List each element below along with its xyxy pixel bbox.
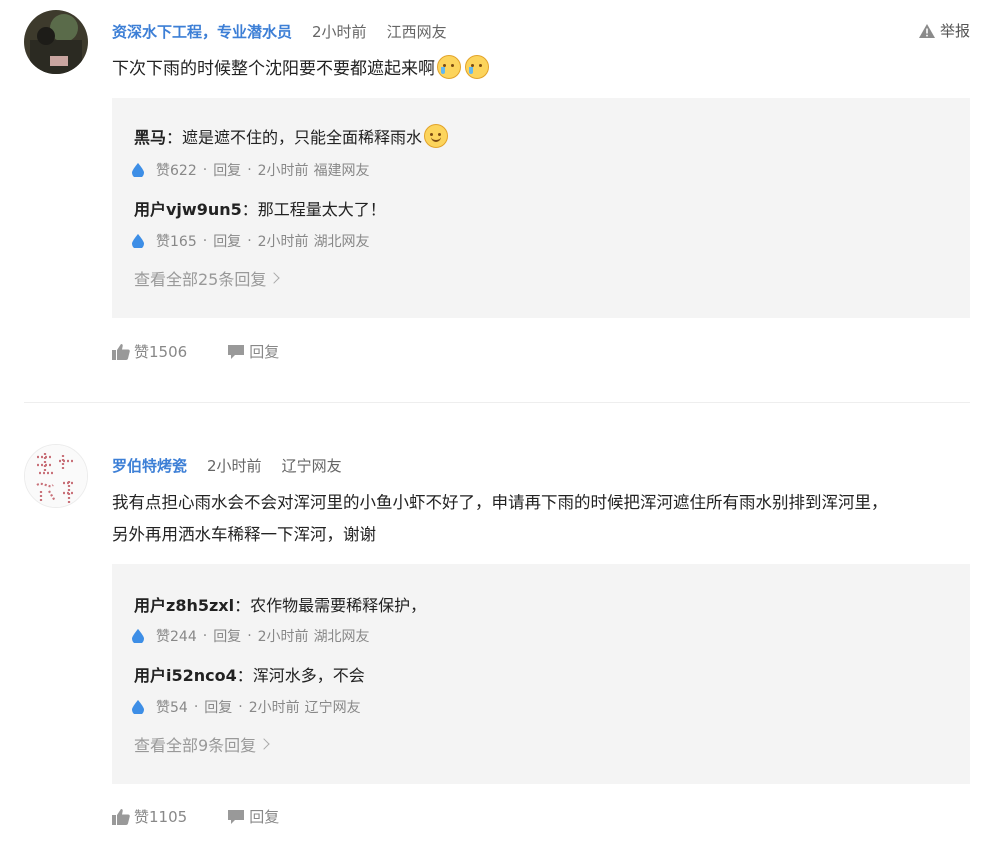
reply-separator: ： bbox=[234, 596, 251, 615]
like-drop-icon[interactable] bbox=[132, 700, 144, 714]
reply-likes[interactable]: 赞622 bbox=[156, 160, 197, 180]
reply-location: 辽宁网友 bbox=[304, 700, 361, 716]
chevron-right-icon bbox=[268, 272, 281, 284]
comment-text-line: 另外再用洒水车稀释一下浑河，谢谢 bbox=[112, 525, 376, 544]
reply-likes[interactable]: 赞54 bbox=[156, 697, 188, 717]
view-all-replies-link[interactable]: 查看全部9条回复 bbox=[134, 732, 270, 756]
dot-separator: · bbox=[247, 628, 252, 644]
reply-meta: 赞622 · 回复 · 2小时前 福建网友 bbox=[132, 160, 370, 180]
chevron-right-icon bbox=[258, 738, 270, 750]
reply-time: 2小时前 bbox=[257, 163, 309, 179]
reply-text: 农作物最需要稀释保护， bbox=[250, 596, 427, 615]
reply-time: 2小时前 bbox=[248, 700, 300, 716]
reply-separator: ： bbox=[241, 200, 258, 219]
comment-location: 辽宁网友 bbox=[281, 456, 342, 475]
reply-time: 2小时前 bbox=[257, 629, 309, 645]
dot-separator: · bbox=[202, 628, 208, 644]
view-all-label: 查看全部9条回复 bbox=[134, 736, 257, 755]
avatar[interactable] bbox=[24, 444, 88, 508]
reply-item: 用户z8h5zxl ： 农作物最需要稀释保护， bbox=[134, 592, 426, 616]
report-label: 举报 bbox=[939, 22, 970, 40]
thumbs-up-icon bbox=[112, 343, 130, 360]
avatar[interactable] bbox=[24, 10, 88, 74]
comment-location: 江西网友 bbox=[386, 22, 447, 41]
view-all-label: 查看全部25条回复 bbox=[134, 270, 267, 289]
comment-meta: 资深水下工程，专业潜水员 2小时前 江西网友 bbox=[112, 20, 467, 42]
reply-meta: 赞54 · 回复 · 2小时前 辽宁网友 bbox=[132, 697, 361, 717]
comment-meta: 罗伯特烤瓷 2小时前 辽宁网友 bbox=[112, 454, 362, 476]
reply-text: 那工程量太大了！ bbox=[257, 200, 386, 219]
comment-bubble-icon bbox=[228, 809, 245, 824]
dot-separator: · bbox=[247, 162, 252, 178]
author-name[interactable]: 罗伯特烤瓷 bbox=[112, 455, 187, 476]
reply-author[interactable]: 用户i52nco4 bbox=[134, 662, 237, 686]
dot-separator: · bbox=[202, 162, 208, 178]
crying-face-icon bbox=[465, 55, 489, 79]
like-count: 赞1105 bbox=[134, 808, 188, 826]
reply-meta: 赞244 · 回复 · 2小时前 湖北网友 bbox=[132, 626, 370, 646]
like-button[interactable]: 赞1105 bbox=[112, 806, 187, 827]
reply-location: 福建网友 bbox=[313, 163, 370, 179]
comment-actions: 赞1506 回复 bbox=[112, 341, 319, 362]
reply-author[interactable]: 用户z8h5zxl bbox=[134, 592, 234, 616]
reply-author[interactable]: 用户vjw9un5 bbox=[134, 196, 242, 220]
like-button[interactable]: 赞1506 bbox=[112, 341, 187, 362]
warning-icon bbox=[918, 23, 935, 38]
comment-time: 2小时前 bbox=[207, 456, 262, 475]
reply-button[interactable]: 回复 bbox=[213, 231, 241, 251]
like-drop-icon[interactable] bbox=[132, 234, 144, 248]
reply-likes[interactable]: 赞244 bbox=[156, 626, 197, 646]
reply-button[interactable]: 回复 bbox=[213, 160, 241, 180]
author-name[interactable]: 资深水下工程，专业潜水员 bbox=[112, 21, 292, 42]
reply-separator: ： bbox=[236, 666, 253, 685]
reply-item: 用户i52nco4 ： 浑河水多，不会 bbox=[134, 662, 365, 686]
reply-text: 浑河水多，不会 bbox=[252, 666, 365, 685]
comment-divider bbox=[24, 402, 970, 403]
dot-separator: · bbox=[202, 233, 208, 249]
thumbs-up-icon bbox=[112, 808, 130, 825]
dot-separator: · bbox=[247, 233, 252, 249]
comment-actions: 赞1105 回复 bbox=[112, 806, 319, 827]
reply-box: 用户z8h5zxl ： 农作物最需要稀释保护， 赞244 · 回复 · 2小时前… bbox=[112, 564, 970, 784]
reply-likes[interactable]: 赞165 bbox=[156, 231, 197, 251]
comment-text: 下次下雨的时候整个沈阳要不要都遮起来啊 bbox=[112, 54, 980, 85]
reply-button[interactable]: 回复 bbox=[213, 626, 241, 646]
reply-button[interactable]: 回复 bbox=[204, 697, 232, 717]
reply-item: 黑马 ： 遮是遮不住的，只能全面稀释雨水 bbox=[134, 124, 449, 148]
dot-separator: · bbox=[193, 699, 199, 715]
like-drop-icon[interactable] bbox=[132, 163, 144, 177]
reply-separator: ： bbox=[166, 128, 183, 147]
comment-text: 我有点担心雨水会不会对浑河里的小鱼小虾不好了，申请再下雨的时候把浑河遮住所有雨水… bbox=[112, 487, 980, 551]
dot-separator: · bbox=[238, 699, 243, 715]
view-all-replies-link[interactable]: 查看全部25条回复 bbox=[134, 266, 281, 290]
comment-text-content: 下次下雨的时候整个沈阳要不要都遮起来啊 bbox=[112, 59, 435, 79]
report-button[interactable]: 举报 bbox=[918, 20, 970, 41]
reply-text: 遮是遮不住的，只能全面稀释雨水 bbox=[182, 128, 423, 147]
reply-location: 湖北网友 bbox=[313, 234, 370, 250]
reply-label: 回复 bbox=[249, 808, 280, 826]
reply-author[interactable]: 黑马 bbox=[134, 124, 166, 148]
reply-label: 回复 bbox=[249, 343, 280, 361]
like-count: 赞1506 bbox=[134, 343, 188, 361]
reply-time: 2小时前 bbox=[257, 234, 309, 250]
like-drop-icon[interactable] bbox=[132, 629, 144, 643]
reply-box: 黑马 ： 遮是遮不住的，只能全面稀释雨水 赞622 · 回复 · 2小时前 福建… bbox=[112, 98, 970, 318]
reply-meta: 赞165 · 回复 · 2小时前 湖北网友 bbox=[132, 231, 370, 251]
smiling-face-icon bbox=[424, 124, 449, 148]
reply-item: 用户vjw9un5 ： 那工程量太大了！ bbox=[134, 196, 386, 220]
reply-location: 湖北网友 bbox=[313, 629, 370, 645]
reply-button[interactable]: 回复 bbox=[227, 341, 279, 362]
comment-time: 2小时前 bbox=[312, 22, 367, 41]
comment-bubble-icon bbox=[228, 344, 245, 359]
crying-face-icon bbox=[437, 55, 461, 79]
comment-text-line: 我有点担心雨水会不会对浑河里的小鱼小虾不好了，申请再下雨的时候把浑河遮住所有雨水… bbox=[112, 493, 888, 512]
reply-button[interactable]: 回复 bbox=[227, 806, 279, 827]
